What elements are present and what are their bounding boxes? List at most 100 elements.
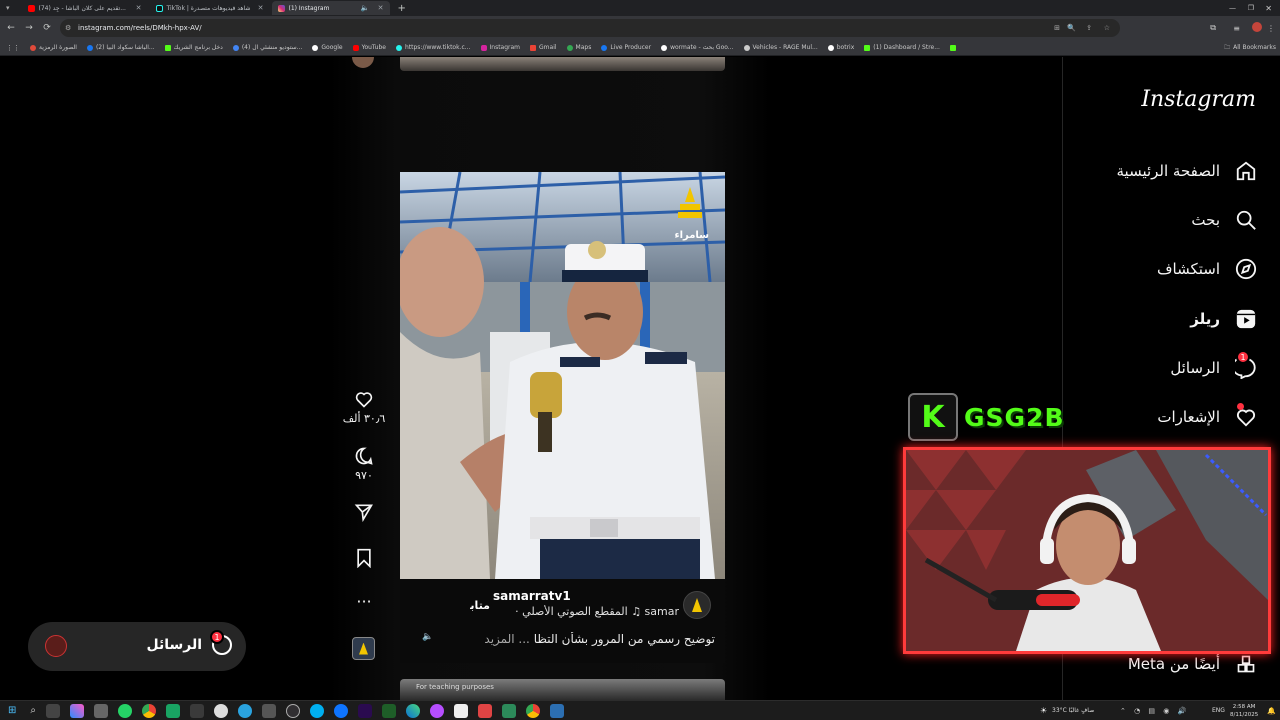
weather-text[interactable]: 33°C صافٍ غالبًا — [1052, 707, 1094, 714]
bookmark-item[interactable]: Live Producer — [601, 44, 651, 51]
back-button[interactable]: ← — [2, 23, 20, 33]
all-bookmarks[interactable]: 🗀 All Bookmarks — [1224, 43, 1276, 53]
nav-search[interactable]: بحث — [1191, 208, 1258, 232]
share-icon[interactable]: ⇪ — [1086, 19, 1092, 37]
streamer-name: GSG2B — [964, 403, 1065, 432]
tab-youtube[interactable]: (74) تقديم على كلان الباشا - جِد... ✕ — [22, 1, 148, 15]
copilot-icon[interactable] — [70, 703, 84, 718]
username[interactable]: samarratv1 — [493, 589, 571, 603]
profile-avatar[interactable] — [1252, 22, 1262, 32]
more-options-button[interactable]: ··· — [340, 592, 388, 611]
app-icon[interactable] — [262, 703, 276, 718]
comment-button[interactable]: ٩٧٠ — [340, 446, 388, 482]
app-icon[interactable] — [166, 703, 180, 718]
bookmark-item[interactable]: (1) Dashboard / Stre... — [864, 44, 940, 51]
bookmark-star-icon[interactable]: ☆ — [1104, 19, 1110, 37]
nav-home[interactable]: الصفحة الرئيسية — [1117, 159, 1259, 183]
chrome-icon[interactable] — [142, 703, 156, 718]
save-button[interactable] — [340, 548, 388, 571]
start-icon[interactable]: ⊞ — [8, 705, 16, 716]
tray-icons[interactable]: ⌃ ◔ ▤ ◉ 🔊 — [1120, 707, 1189, 715]
nav-messages[interactable]: 1 الرسائل — [1170, 350, 1258, 380]
more-icon[interactable]: ⋮ — [1267, 24, 1275, 33]
language-indicator[interactable]: ENG — [1212, 707, 1225, 714]
bookmark-item[interactable]: wormate - بحث Goo... — [661, 44, 734, 51]
app-icon[interactable] — [502, 703, 516, 718]
close-icon[interactable]: ✕ — [258, 4, 264, 12]
audio-label[interactable]: samar ♫ المقطع الصوتي الأصلي · — [515, 605, 679, 618]
next-reel[interactable]: For teaching purposes — [400, 679, 725, 700]
minimize-button[interactable]: — — [1229, 4, 1236, 12]
bookmark-item[interactable]: دخل برنامج الشريك — [164, 44, 223, 51]
app-icon[interactable] — [94, 703, 108, 718]
weather-icon[interactable]: ☀ — [1040, 706, 1047, 715]
new-tab-button[interactable]: + — [398, 3, 406, 14]
bookmark-item[interactable]: (4) ستوديو منشئي ال... — [232, 44, 302, 51]
task-view-icon[interactable] — [46, 703, 60, 718]
app-icon[interactable] — [550, 703, 564, 718]
extensions-icon[interactable]: ⧉ — [1210, 23, 1216, 33]
bookmark-item[interactable]: Instagram — [480, 44, 520, 51]
instagram-logo[interactable]: Instagram — [1141, 87, 1256, 112]
bookmark-item[interactable]: botrix — [827, 44, 854, 51]
search-icon[interactable]: ⌕ — [30, 705, 36, 716]
bookmark-item[interactable] — [949, 44, 956, 51]
messages-pill[interactable]: الرسائل 1 — [28, 622, 246, 671]
zoom-icon[interactable]: 🔍 — [1067, 19, 1076, 37]
capcut-icon[interactable] — [454, 703, 468, 718]
address-bar[interactable]: ⚙ instagram.com/reels/DMkh-hpx-AV/ ⊞ 🔍 ⇪… — [60, 19, 1120, 37]
reload-button[interactable]: ⟳ — [38, 23, 56, 33]
app-icon[interactable] — [382, 703, 396, 718]
speaker-icon[interactable]: 🔈 — [361, 4, 370, 12]
app-icon[interactable] — [190, 703, 204, 718]
app-icon[interactable] — [334, 703, 348, 718]
reel-video[interactable]: سامراء — [400, 172, 725, 579]
apps-icon[interactable]: ⋮⋮ — [6, 44, 20, 52]
telegram-icon[interactable] — [238, 703, 252, 718]
nav-reels[interactable]: ريلز — [1190, 307, 1258, 331]
menu-icon[interactable]: ≡ — [1233, 24, 1240, 33]
channel-avatar[interactable] — [683, 591, 711, 619]
chrome-icon[interactable] — [526, 703, 540, 718]
follow-button[interactable]: متابعة — [470, 599, 490, 612]
premiere-icon[interactable] — [358, 703, 372, 718]
kick-icon — [164, 44, 171, 51]
like-button[interactable]: ٣٠٫٦ ألف — [340, 389, 388, 425]
edge-icon[interactable] — [406, 703, 420, 718]
previous-reel[interactable] — [400, 57, 725, 71]
close-icon[interactable]: ✕ — [136, 4, 142, 12]
close-icon[interactable]: ✕ — [378, 4, 384, 12]
bookmark-item[interactable]: Google — [312, 44, 343, 51]
nav-meta[interactable]: أيضًا من Meta — [1128, 652, 1258, 676]
bookmark-item[interactable]: YouTube — [352, 44, 386, 51]
ellipsis-icon: ··· — [356, 592, 372, 611]
bookmark-item[interactable]: Maps — [566, 44, 591, 51]
bookmark-item[interactable]: الصورة الرمزية — [30, 44, 77, 51]
app-icon[interactable] — [478, 703, 492, 718]
whatsapp-icon[interactable] — [118, 703, 132, 718]
tab-search-icon[interactable]: ▾ — [6, 4, 10, 12]
translate-icon[interactable]: ⊞ — [1054, 19, 1060, 37]
skype-icon[interactable] — [310, 703, 324, 718]
more-link[interactable]: ... المزيد — [484, 632, 529, 646]
nav-explore[interactable]: استكشاف — [1157, 257, 1258, 281]
forward-button[interactable]: → — [20, 23, 38, 33]
maximize-button[interactable]: ❐ — [1248, 4, 1254, 12]
bookmark-item[interactable]: Vehicles - RAGE Mul... — [743, 44, 818, 51]
window-close-button[interactable]: ✕ — [1265, 4, 1272, 13]
share-button[interactable] — [340, 502, 388, 525]
audio-thumbnail[interactable] — [352, 637, 375, 660]
tab-instagram[interactable]: (1) Instagram 🔈 ✕ — [271, 1, 390, 15]
app-icon[interactable] — [214, 703, 228, 718]
app-icon[interactable] — [430, 703, 444, 718]
bookmark-item[interactable]: Gmail — [530, 44, 557, 51]
site-info-icon[interactable]: ⚙ — [65, 19, 71, 37]
tab-tiktok[interactable]: TikTok | شاهد فيديوهات متصدرة ✕ — [150, 1, 270, 15]
obs-icon[interactable] — [286, 703, 300, 718]
clock[interactable]: 2:58 AM 8/11/2025 — [1230, 703, 1258, 719]
speaker-icon[interactable]: 🔈 — [422, 632, 433, 642]
bookmark-item[interactable]: https://www.tiktok.c... — [395, 44, 471, 51]
notification-bell-icon[interactable]: 🔔 — [1267, 707, 1276, 715]
nav-notifications[interactable]: الإشعارات — [1157, 403, 1258, 429]
bookmark-item[interactable]: (2) الباشا سكواد البيا... — [86, 44, 155, 51]
